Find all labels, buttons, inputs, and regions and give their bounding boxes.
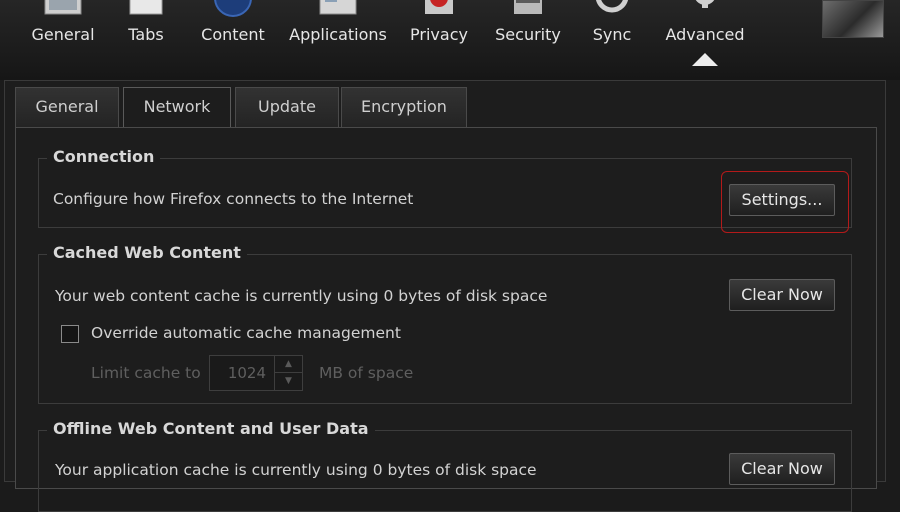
toolbar-label-content: Content — [201, 25, 265, 44]
selected-pane-indicator — [692, 53, 718, 66]
tab-network[interactable]: Network — [123, 87, 231, 129]
offline-status: Your application cache is currently usin… — [55, 461, 537, 479]
sync-icon — [590, 0, 634, 18]
general-icon — [41, 0, 85, 18]
limit-cache-label: Limit cache to — [91, 364, 201, 382]
gear-icon — [683, 0, 727, 18]
preferences-toolbar: General Tabs Content Applications Privac… — [0, 0, 900, 80]
cache-size-value: 1024 — [227, 364, 266, 382]
connection-group: Connection Configure how Firefox connect… — [38, 147, 852, 233]
advanced-pane: General Network Update Encryption Connec… — [4, 80, 886, 512]
avatar — [822, 0, 884, 38]
toolbar-item-security[interactable]: Security — [490, 0, 566, 56]
spin-up-icon[interactable]: ▲ — [274, 356, 302, 373]
connection-title: Connection — [47, 147, 161, 166]
toolbar-label-privacy: Privacy — [410, 25, 468, 44]
applications-icon — [316, 0, 360, 18]
override-cache-checkbox[interactable] — [61, 325, 79, 343]
cache-title: Cached Web Content — [47, 243, 247, 262]
spin-down-icon[interactable]: ▼ — [274, 373, 302, 390]
offline-title: Offline Web Content and User Data — [47, 419, 375, 438]
privacy-icon — [417, 0, 461, 18]
cache-status: Your web content cache is currently usin… — [55, 287, 548, 305]
connection-description: Configure how Firefox connects to the In… — [53, 190, 414, 208]
toolbar-item-tabs[interactable]: Tabs — [114, 0, 178, 56]
toolbar-item-applications[interactable]: Applications — [288, 0, 388, 56]
toolbar-label-advanced: Advanced — [665, 25, 745, 44]
cache-group: Cached Web Content Your web content cach… — [38, 243, 852, 404]
toolbar-label-security: Security — [495, 25, 561, 44]
tabs-icon — [124, 0, 168, 18]
toolbar-label-sync: Sync — [592, 25, 632, 44]
toolbar-item-privacy[interactable]: Privacy — [404, 0, 474, 56]
toolbar-item-general[interactable]: General — [22, 0, 104, 56]
network-tab-content: Connection Configure how Firefox connect… — [15, 127, 877, 512]
tab-encryption[interactable]: Encryption — [341, 87, 467, 127]
tab-general[interactable]: General — [15, 87, 119, 127]
override-cache-label: Override automatic cache management — [91, 324, 401, 342]
clear-offline-button[interactable]: Clear Now — [729, 453, 835, 485]
limit-cache-unit: MB of space — [319, 364, 414, 382]
toolbar-label-applications: Applications — [289, 25, 387, 44]
toolbar-item-content[interactable]: Content — [192, 0, 274, 56]
toolbar-item-sync[interactable]: Sync — [586, 0, 638, 56]
cache-size-stepper[interactable]: 1024 ▲ ▼ — [209, 355, 303, 391]
connection-settings-button[interactable]: Settings... — [729, 184, 835, 216]
content-icon — [211, 0, 255, 18]
toolbar-item-advanced[interactable]: Advanced — [660, 0, 750, 56]
offline-group: Offline Web Content and User Data Your a… — [38, 419, 852, 512]
toolbar-label-general: General — [31, 25, 95, 44]
clear-cache-button[interactable]: Clear Now — [729, 279, 835, 311]
tab-update[interactable]: Update — [235, 87, 339, 127]
security-icon — [506, 0, 550, 18]
toolbar-label-tabs: Tabs — [128, 25, 164, 44]
